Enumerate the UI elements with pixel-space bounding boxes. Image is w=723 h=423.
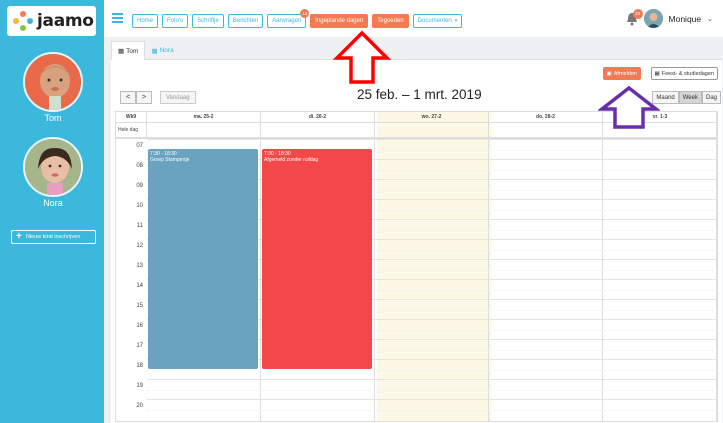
nav-requests-label: Aanvragen (272, 18, 302, 24)
week-navigation: < > (120, 91, 152, 104)
week-calendar: Wk9 ma. 25-2 di. 26-2 wo. 27-2 do. 28-2 … (115, 111, 718, 422)
plus-icon: + (16, 231, 22, 242)
calendar-icon: ▦ (118, 48, 125, 55)
kid-avatar (23, 137, 83, 197)
nav-messages-label: Berichten (232, 18, 259, 24)
hour-label: 20 (136, 403, 143, 409)
hour-label: 12 (136, 243, 143, 249)
today-button[interactable]: Vandaag (160, 91, 196, 104)
kid-name: Nora (43, 198, 63, 208)
tab-nora[interactable]: ▦ Nora (145, 41, 179, 60)
week-number: Wk9 (116, 112, 147, 122)
calendar-icon: ▦ (654, 70, 660, 77)
requests-badge: 13 (300, 9, 310, 18)
jaamo-logo-icon (13, 11, 33, 31)
day-header: ma. 25-2 (147, 112, 261, 122)
calendar-icon: ▦ (151, 47, 158, 55)
nav-photos[interactable]: Foto's (162, 14, 189, 28)
prev-week-button[interactable]: < (120, 91, 136, 104)
day-header: di. 26-2 (261, 112, 375, 122)
nav-home-label: Home (137, 18, 154, 24)
hour-label: 07 (136, 143, 143, 149)
hour-label: 16 (136, 323, 143, 329)
nav-notebook-label: Schriftje (197, 18, 219, 24)
calendar-event[interactable]: 7:30 - 18:30 Groep Stampertje (148, 149, 258, 369)
brand-name: jaamo (37, 11, 94, 31)
notification-count-badge: 23 (632, 8, 643, 19)
notifications-bell-icon[interactable]: 23 (626, 8, 643, 26)
kid-name: Tom (44, 113, 62, 123)
kid-tabs: ▦ Tom ▦ Nora (111, 41, 722, 60)
kid-avatar (23, 52, 83, 112)
hour-label: 11 (136, 223, 143, 229)
day-header: wo. 27-2 (375, 112, 489, 122)
hour-label: 08 (136, 163, 143, 169)
nav-scheduled-days-label: Ingeplande dagen (315, 18, 364, 24)
time-axis: 07 08 09 10 11 12 13 14 15 16 17 18 19 20 (116, 139, 147, 419)
date-range-title: 25 feb. – 1 mrt. 2019 (357, 87, 482, 102)
sidebar: jaamo Tom Nora + Nieuw kind inschrijven (0, 0, 104, 423)
event-title: Afgemeld zonder ruildag (264, 157, 319, 163)
absence-button[interactable]: ▣ Afmelden (602, 67, 641, 80)
nav-messages[interactable]: Berichten (227, 14, 264, 28)
tab-nora-label: Nora (159, 47, 174, 54)
hour-label: 18 (136, 363, 143, 369)
nav-home[interactable]: Home (132, 14, 159, 28)
top-bar: Home Foto's Schriftje Berichten Aanvrage… (104, 0, 723, 37)
nav-scheduled-days[interactable]: Ingeplande dagen (310, 14, 369, 28)
view-switcher: Maand Week Dag (652, 91, 721, 104)
new-kid-label: Nieuw kind inschrijven (25, 234, 81, 240)
logo[interactable]: jaamo (7, 6, 96, 36)
holidays-label: Feest- & studiedagen (661, 70, 714, 77)
tab-tom-label: Tom (126, 47, 139, 55)
new-kid-button[interactable]: + Nieuw kind inschrijven (11, 230, 96, 244)
next-week-button[interactable]: > (136, 91, 152, 104)
hour-label: 13 (136, 263, 143, 269)
trash-icon: ▣ (606, 70, 612, 77)
hour-slot[interactable] (147, 379, 717, 399)
hour-label: 09 (136, 183, 143, 189)
hour-label: 17 (136, 343, 143, 349)
hour-slot[interactable] (147, 399, 717, 419)
event-title: Groep Stampertje (150, 157, 190, 163)
main-nav: Home Foto's Schriftje Berichten Aanvrage… (132, 9, 463, 28)
absence-label: Afmelden (613, 70, 637, 77)
user-avatar (643, 9, 663, 28)
day-header: do. 28-2 (489, 112, 603, 122)
purple-arrow-annotation (598, 85, 660, 129)
user-menu[interactable]: 23 Monique ⌄ (626, 8, 713, 28)
holidays-button[interactable]: ▦ Feest- & studiedagen (650, 67, 718, 80)
hour-label: 15 (136, 303, 143, 309)
nav-credits-label: Tegoeden (377, 18, 404, 24)
tab-tom[interactable]: ▦ Tom (111, 41, 146, 60)
hour-label: 19 (136, 383, 143, 389)
allday-label: Hele dag (116, 123, 147, 137)
nav-photos-label: Foto's (167, 18, 184, 24)
hamburger-menu-icon[interactable] (112, 13, 123, 23)
view-day-button[interactable]: Dag (701, 91, 721, 104)
kid-nora[interactable]: Nora (23, 137, 83, 208)
chevron-down-icon: ⌄ (707, 15, 713, 23)
hour-label: 14 (136, 283, 143, 289)
user-name: Monique (668, 13, 702, 24)
nav-documents[interactable]: Documenten ▾ (412, 14, 463, 28)
nav-notebook[interactable]: Schriftje (192, 14, 224, 28)
nav-documents-label: Documenten (417, 18, 452, 24)
kid-tom[interactable]: Tom (23, 52, 83, 123)
hour-label: 10 (136, 203, 143, 209)
nav-requests[interactable]: Aanvragen 13 (267, 9, 310, 28)
calendar-event[interactable]: 7:30 - 18:30 Afgemeld zonder ruildag (262, 149, 372, 369)
caret-down-icon: ▾ (454, 18, 458, 24)
view-week-button[interactable]: Week (678, 91, 702, 104)
red-arrow-annotation (332, 30, 392, 84)
nav-credits[interactable]: Tegoeden (372, 14, 409, 28)
